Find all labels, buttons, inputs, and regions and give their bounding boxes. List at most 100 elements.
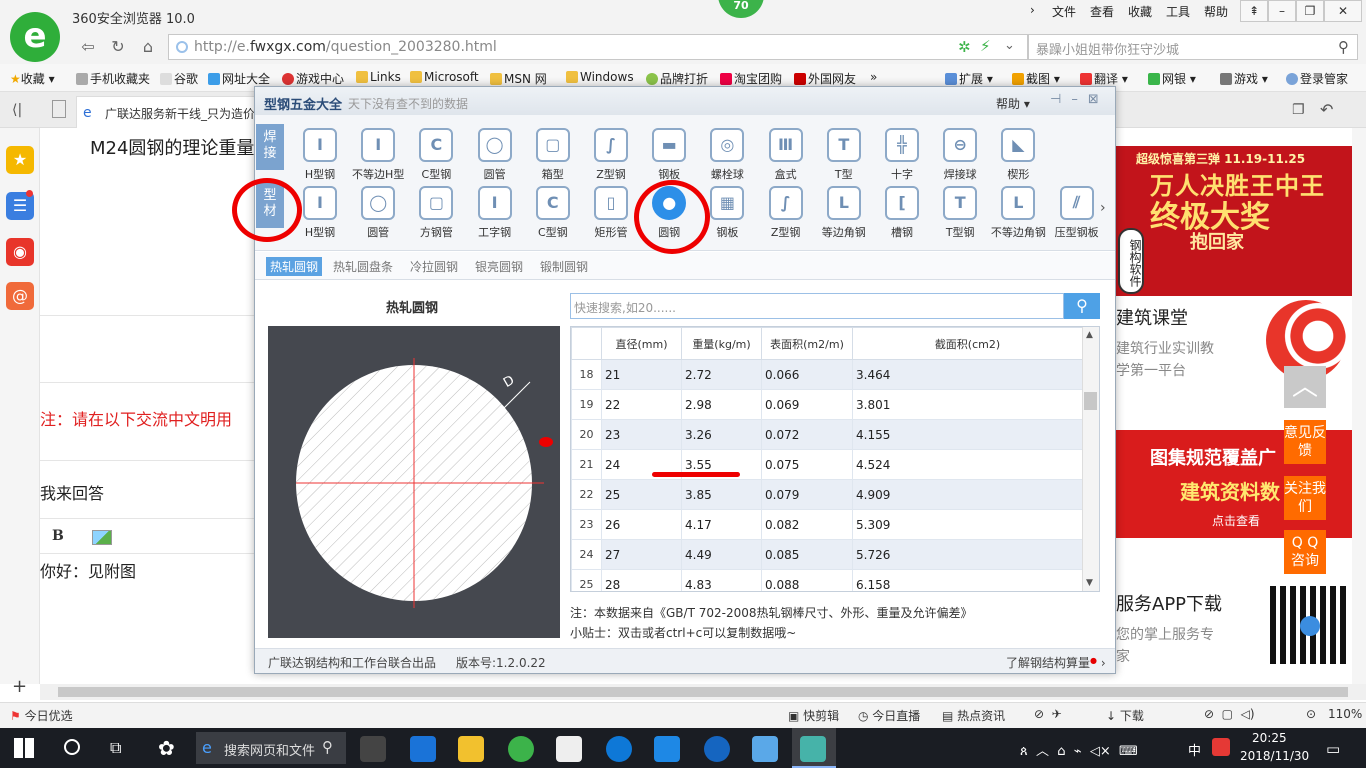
app-icon[interactable]: ✿ (158, 736, 175, 760)
menu-view[interactable]: 查看 (1090, 3, 1114, 20)
taskbar-360-icon[interactable] (508, 736, 534, 762)
url-text[interactable]: http://e.fwxgx.com/question_2003280.html (194, 39, 497, 55)
table-cell[interactable]: 0.082 (761, 509, 853, 540)
welded-tool-3[interactable]: ◯ 圆管 (467, 128, 523, 182)
login-manager-button[interactable]: 登录管家 (1286, 70, 1348, 87)
course-title[interactable]: 建筑课堂 (1116, 304, 1188, 330)
rolled-tool-2[interactable]: ▢ 方钢管 (408, 186, 464, 240)
welded-tool-2[interactable]: C C型钢 (408, 128, 464, 182)
taskbar-edge-icon[interactable] (606, 736, 632, 762)
table-cell[interactable]: 2.72 (681, 359, 762, 390)
table-cell[interactable]: 28 (601, 569, 682, 591)
table-cell[interactable]: 4.155 (852, 419, 1083, 450)
table-cell[interactable]: 0.072 (761, 419, 853, 450)
scroll-thumb[interactable] (58, 687, 1348, 697)
bookmarks-more-icon[interactable]: » (870, 70, 877, 84)
reply-textarea[interactable]: 你好：见附图 (40, 558, 136, 582)
restore-tabs-icon[interactable]: ❐ (1292, 102, 1305, 118)
welded-tool-12[interactable]: ◣ 楔形 (990, 128, 1046, 182)
subtab-cold-drawn[interactable]: 冷拉圆钢 (410, 258, 458, 275)
tray-app-icon[interactable] (1212, 738, 1230, 756)
browser-logo-icon[interactable]: e (10, 12, 60, 62)
feedback-button[interactable]: 意见反馈 (1284, 420, 1326, 464)
downloads[interactable]: ↓ 下载 (1106, 707, 1144, 724)
task-view-icon[interactable]: ⧉ (110, 738, 121, 758)
close-button[interactable]: ✕ (1324, 0, 1362, 22)
taskbar-plus-icon[interactable] (654, 736, 680, 762)
table-cell[interactable]: 0.079 (761, 479, 853, 510)
insert-image-icon[interactable] (92, 530, 112, 545)
taskbar-app-icon[interactable] (360, 736, 386, 762)
welded-tool-4[interactable]: ▢ 箱型 (525, 128, 581, 182)
subtab-bright[interactable]: 银亮圆钢 (475, 258, 523, 275)
table-cell[interactable]: 0.066 (761, 359, 853, 390)
shield-icon[interactable]: ✲ (958, 38, 971, 56)
table-scrollbar[interactable] (1082, 327, 1099, 591)
menu-help[interactable]: 帮助 (1204, 3, 1228, 20)
clock-date[interactable]: 2018/11/30 (1240, 749, 1309, 763)
rolled-tool-10[interactable]: [槽钢 (874, 186, 930, 240)
bookmark-discount[interactable]: 品牌打折 (646, 70, 708, 87)
quick-clip[interactable]: ▣ 快剪辑 (788, 707, 839, 724)
rolled-tool-8[interactable]: ∫ Z型钢 (758, 186, 814, 240)
table-row[interactable]: 25 28 4.83 0.088 6.158 (571, 569, 1083, 591)
welded-tool-10[interactable]: ╬ 十字 (874, 128, 930, 182)
undo-close-icon[interactable]: ↶ (1320, 100, 1333, 119)
taskbar-ie-icon[interactable] (410, 736, 436, 762)
minimize-button[interactable]: – (1268, 0, 1296, 22)
pin-icon[interactable]: ⇞ (1240, 0, 1268, 22)
table-cell[interactable]: 4.17 (681, 509, 762, 540)
table-cell[interactable]: 23 (601, 419, 682, 450)
games-button[interactable]: 游戏 ▾ (1220, 70, 1268, 87)
table-cell[interactable]: 3.26 (681, 419, 762, 450)
table-row[interactable]: 22 25 3.85 0.079 4.909 (571, 479, 1083, 510)
table-row[interactable]: 21 24 3.55 0.075 4.524 (571, 449, 1083, 480)
menu-chevron-icon[interactable]: › (1030, 3, 1035, 17)
table-cell[interactable]: 4.49 (681, 539, 762, 570)
bookmark-favorites[interactable]: ★收藏 ▾ (10, 70, 55, 87)
welded-tool-6[interactable]: ▬ 钢板 (641, 128, 697, 182)
bookmark-windows[interactable]: Windows (566, 70, 634, 84)
table-cell[interactable]: 26 (601, 509, 682, 540)
qq-consult-button[interactable]: Q Q 咨询 (1284, 530, 1326, 574)
bookmark-mobile[interactable]: 手机收藏夹 (76, 70, 150, 87)
daily-picks[interactable]: ⚑ 今日优选 (10, 707, 73, 724)
tab-guanglianda[interactable]: e 广联达服务新干线_只为造价 (76, 96, 256, 128)
netbank-button[interactable]: 网银 ▾ (1148, 70, 1196, 87)
welded-tool-1[interactable]: I 不等边H型 (350, 128, 406, 182)
bookmark-games[interactable]: 游戏中心 (282, 70, 344, 87)
menu-favorites[interactable]: 收藏 (1128, 3, 1152, 20)
subtab-forged[interactable]: 锻制圆钢 (540, 258, 588, 275)
table-scroll-thumb[interactable] (1084, 392, 1097, 410)
rolled-tool-5[interactable]: ▯ 矩形管 (583, 186, 639, 240)
home-icon[interactable]: ⌂ (136, 36, 160, 58)
back-to-top-icon[interactable]: ︿ (1284, 366, 1326, 408)
table-row[interactable]: 19 22 2.98 0.069 3.801 (571, 389, 1083, 420)
table-cell[interactable]: 3.85 (681, 479, 762, 510)
rolled-tool-13[interactable]: ⫽ 压型钢板 (1049, 186, 1105, 240)
taskbar-folder-icon[interactable] (458, 736, 484, 762)
tray-icons[interactable]: ጰ ︿ ⌂ ⌁ ◁× ⌨ (1020, 740, 1138, 759)
popup-help-menu[interactable]: 帮助 ▾ (996, 95, 1030, 112)
bookmark-google[interactable]: 谷歌 (160, 70, 198, 87)
rolled-tool-4[interactable]: C C型钢 (525, 186, 581, 240)
table-cell[interactable]: 4.524 (852, 449, 1083, 480)
more-profiles-chevron-icon[interactable]: › (1100, 200, 1106, 216)
rolled-tool-11[interactable]: T T型钢 (932, 186, 988, 240)
page-icon[interactable] (52, 100, 66, 118)
clock-time[interactable]: 20:25 (1252, 731, 1287, 745)
welded-tool-11[interactable]: ⊖ 焊接球 (932, 128, 988, 182)
welded-tool-9[interactable]: T T型 (816, 128, 872, 182)
bookmark-links[interactable]: Links (356, 70, 401, 84)
rolled-tool-1[interactable]: ◯ 圆管 (350, 186, 406, 240)
table-cell[interactable]: 27 (601, 539, 682, 570)
table-cell[interactable]: 0.075 (761, 449, 853, 480)
col-section-area[interactable]: 截面积(cm2) (852, 327, 1083, 360)
bookmark-hao[interactable]: 网址大全 (208, 70, 270, 87)
taskbar-app2-icon[interactable] (752, 736, 778, 762)
maximize-button[interactable]: ❐ (1296, 0, 1324, 22)
taskbar-mail-icon[interactable] (556, 736, 582, 762)
refresh-icon[interactable]: ↻ (106, 36, 130, 58)
back-icon[interactable]: ⇦ (76, 36, 100, 58)
zoom-level[interactable]: 110% (1328, 707, 1362, 721)
